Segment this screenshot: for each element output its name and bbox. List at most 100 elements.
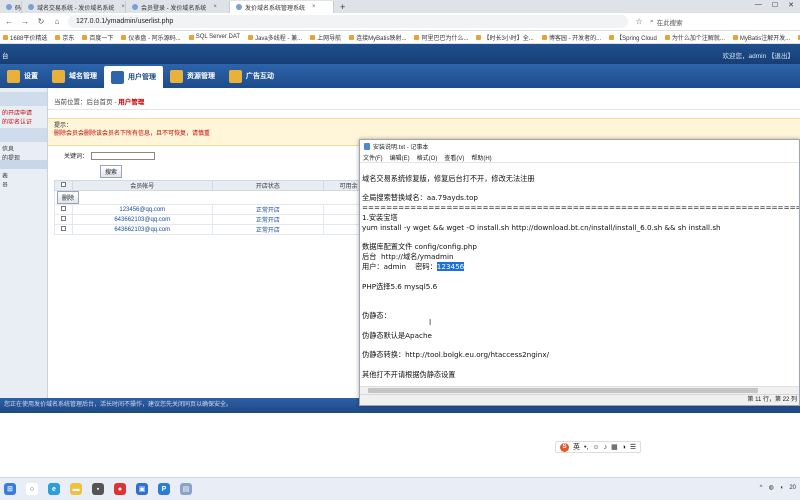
notepad-line: 域名交易系统修复版，修复后台打不开，修改无法注册 xyxy=(362,173,535,183)
edge-icon[interactable]: e xyxy=(48,483,60,495)
row-account[interactable]: 123456@qq.com xyxy=(71,204,213,215)
bookmark-item[interactable]: 连接MyBatis映射... xyxy=(349,33,406,42)
ime-toolbar[interactable]: S 英 •, ☺ ♪ ▦ ◑ ☰ xyxy=(555,441,642,453)
notepad-menu-item[interactable]: 帮助(H) xyxy=(471,153,491,162)
menu-resource[interactable]: 资源管理 xyxy=(163,64,222,88)
delete-row: 删除 xyxy=(54,190,374,205)
browser-tab[interactable]: 域名交易系统 - 发价域名系统 × xyxy=(22,1,126,13)
bookmark-label: 阿里巴巴为什么... xyxy=(421,35,469,42)
maximize-icon[interactable]: ☐ xyxy=(772,1,778,9)
app-icon[interactable]: ▣ xyxy=(136,483,148,495)
notepad-line xyxy=(362,272,799,282)
resource-icon xyxy=(170,69,183,83)
bookmark-icon xyxy=(476,34,482,40)
back-icon[interactable]: ← xyxy=(4,17,14,26)
row-status[interactable]: 正常开店 xyxy=(211,214,325,225)
row-status[interactable]: 正常开店 xyxy=(211,224,325,235)
notepad-line: yum install -y wget && wget -O install.s… xyxy=(362,222,721,232)
home-icon[interactable]: ⌂ xyxy=(52,17,62,26)
bookmark-item[interactable]: 上网导航 xyxy=(310,33,341,42)
menu-settings[interactable]: 设置 xyxy=(0,64,45,88)
menu-ad[interactable]: 广告互动 xyxy=(222,64,281,88)
bookmark-item[interactable]: 京东 xyxy=(55,33,74,42)
notice-title: 提示： xyxy=(54,123,73,129)
p-app-icon[interactable]: P xyxy=(158,483,170,495)
select-all-checkbox[interactable] xyxy=(60,182,66,187)
sidebar-item[interactable] xyxy=(0,160,47,169)
keyword-input[interactable] xyxy=(91,152,156,161)
browser-tab[interactable]: 发价域名系统管理系统 × xyxy=(230,1,334,13)
tray-volume-icon[interactable]: ◖ xyxy=(780,485,784,491)
window-icon[interactable]: ▤ xyxy=(180,483,192,495)
browser-search-box[interactable]: ⌕ 在此搜索 xyxy=(650,15,790,28)
ime-language-label: 英 xyxy=(573,444,580,451)
row-checkbox[interactable] xyxy=(60,206,66,211)
row-select-cell xyxy=(54,214,73,225)
sidebar-item[interactable]: 的开店申请 xyxy=(0,106,47,115)
notepad-horizontal-scrollbar[interactable] xyxy=(360,386,799,394)
bookmark-item[interactable]: 博客园 - 开发者的... xyxy=(541,33,601,42)
bookmark-label: 连接MyBatis映射... xyxy=(356,35,407,42)
record-icon[interactable]: ● xyxy=(114,483,126,495)
browser-search-placeholder: 在此搜索 xyxy=(656,19,683,27)
sidebar-item[interactable]: 表 xyxy=(0,169,47,178)
notepad-menu-item[interactable]: 编辑(E) xyxy=(390,153,410,162)
notepad-menu: 文件(F) 编辑(E) 格式(O) 查看(V) 帮助(H) xyxy=(360,152,799,163)
scrollbar-thumb[interactable] xyxy=(368,388,758,393)
row-account[interactable]: 643662103@qq.com xyxy=(71,224,213,235)
menu-domain[interactable]: 域名管理 xyxy=(45,64,104,88)
tab-close-icon[interactable]: × xyxy=(312,4,316,10)
bookmark-item[interactable]: 为什么加个注解就... xyxy=(664,33,725,42)
search-button[interactable]: 搜索 xyxy=(100,165,123,179)
close-window-icon[interactable]: ✕ xyxy=(788,1,794,9)
bookmark-icon xyxy=(609,34,615,40)
row-status[interactable]: 正常开店 xyxy=(211,204,325,215)
bookmark-item[interactable]: 1688平价精选 xyxy=(3,33,47,42)
tray-network-icon[interactable]: ◍ xyxy=(768,484,773,491)
url-field[interactable]: 127.0.0.1/ymadmin/userlist.php xyxy=(68,15,628,28)
store-icon[interactable]: ▪ xyxy=(92,483,104,495)
forward-icon[interactable]: → xyxy=(20,17,30,26)
tray-clock[interactable]: 20 xyxy=(789,485,796,491)
tab-close-icon[interactable]: × xyxy=(213,4,217,10)
tray-up-icon[interactable]: ^ xyxy=(760,485,763,491)
row-account[interactable]: 643662103@qq.com xyxy=(71,214,213,225)
page-blank-area xyxy=(0,413,800,477)
notepad-menu-item[interactable]: 格式(O) xyxy=(417,153,438,162)
bookmark-item[interactable]: 百度一下 xyxy=(82,33,113,42)
bookmark-icon xyxy=(82,34,88,40)
notepad-menu-item[interactable]: 文件(F) xyxy=(363,153,383,162)
welcome-text[interactable]: 欢迎您，admin 【退出】 xyxy=(722,50,794,60)
browser-tab[interactable]: 码 xyxy=(0,1,22,13)
bookmark-item[interactable]: 阿里巴巴为什么... xyxy=(414,33,468,42)
new-tab-button[interactable]: + xyxy=(334,1,351,13)
start-icon[interactable]: ⊞ xyxy=(4,483,16,495)
notepad-line: 伪静态： xyxy=(362,310,391,320)
menu-users[interactable]: 用户管理 xyxy=(104,66,163,88)
reload-icon[interactable]: ↻ xyxy=(36,17,46,26)
sidebar-item[interactable]: 的实名认证 xyxy=(0,115,47,124)
notepad-menu-item[interactable]: 查看(V) xyxy=(444,153,464,162)
bookmark-item[interactable]: 【时长3小时】全... xyxy=(476,33,534,42)
browser-tab[interactable]: 会员登录 - 发价域名系统 × xyxy=(126,1,230,13)
bookmark-item[interactable]: Java多线程 - 兼... xyxy=(248,33,302,42)
row-checkbox[interactable] xyxy=(60,216,66,221)
sidebar-item[interactable]: 的提现 xyxy=(0,151,47,160)
bookmark-icon xyxy=(349,34,355,40)
sidebar-item[interactable]: 员 xyxy=(0,178,47,187)
delete-button[interactable]: 删除 xyxy=(57,191,80,204)
folder-icon[interactable]: ▬ xyxy=(70,483,82,495)
tab-close-icon[interactable]: × xyxy=(121,4,125,10)
notepad-line: 伪静态默认是Apache xyxy=(362,330,432,340)
bookmark-item[interactable]: 仪表盘 - 阿乐源码... xyxy=(121,33,181,42)
selected-password[interactable]: 123456 xyxy=(436,261,465,271)
bookmark-item[interactable]: MyBatis注解开发... xyxy=(732,33,790,42)
bookmark-item[interactable]: SQL Server DAT xyxy=(188,34,240,40)
star-icon[interactable]: ☆ xyxy=(634,17,644,26)
row-checkbox[interactable] xyxy=(60,226,66,231)
sidebar-item[interactable]: 信息 xyxy=(0,142,47,151)
minimize-icon[interactable]: — xyxy=(755,1,762,9)
notepad-text-area[interactable]: 域名交易系统修复版，修复后台打不开，修改无法注册 全局搜索替换域名：aa.79ay… xyxy=(362,164,799,386)
search-icon[interactable]: ○ xyxy=(26,483,38,495)
bookmark-item[interactable]: 【Spring Cloud xyxy=(609,33,657,42)
